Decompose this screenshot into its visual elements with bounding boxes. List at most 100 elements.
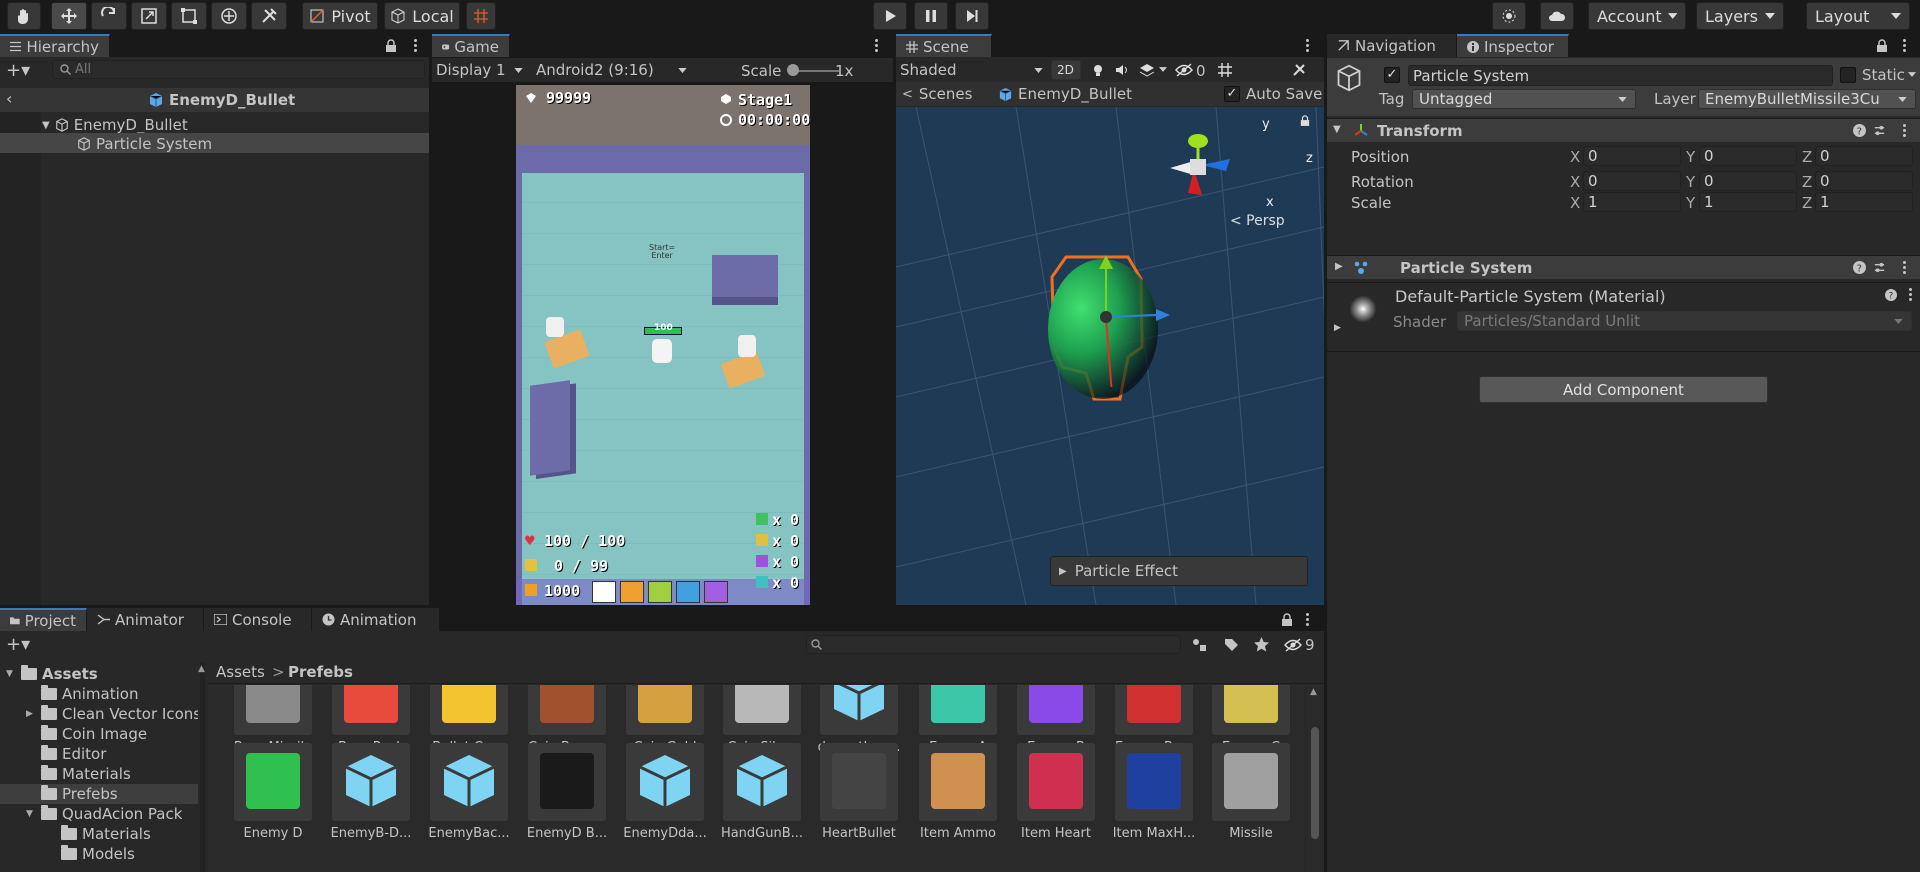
project-search-input[interactable] bbox=[806, 635, 1181, 654]
rotation-z-field[interactable]: 0 bbox=[1815, 171, 1913, 191]
tab-console[interactable]: Console bbox=[204, 608, 312, 631]
expand-arrow-icon[interactable]: ▼ bbox=[42, 120, 50, 131]
rotation-x-field[interactable]: 0 bbox=[1583, 171, 1681, 191]
tree-item[interactable]: ▼ QuadAcion Pack bbox=[26, 805, 182, 823]
weapon-slot-1[interactable] bbox=[592, 581, 616, 603]
scale-y-field[interactable]: 1 bbox=[1699, 192, 1797, 212]
hierarchy-item-selected[interactable] bbox=[0, 133, 429, 153]
tree-scrollbar[interactable] bbox=[200, 662, 205, 872]
asset-tile[interactable] bbox=[234, 743, 312, 821]
hierarchy-item-root[interactable]: ▼ EnemyD_Bullet bbox=[42, 116, 188, 134]
tab-project[interactable]: Project bbox=[0, 608, 87, 631]
asset-tile[interactable] bbox=[626, 685, 704, 735]
scale-tool-button[interactable] bbox=[131, 2, 167, 30]
weapon-slot-4[interactable] bbox=[676, 581, 700, 603]
tree-item[interactable]: Materials bbox=[26, 765, 131, 783]
position-z-field[interactable]: 0 bbox=[1815, 146, 1913, 166]
weapon-slot-5[interactable] bbox=[704, 581, 728, 603]
more-menu-icon[interactable] bbox=[414, 39, 418, 54]
asset-tile[interactable] bbox=[1017, 743, 1095, 821]
pivot-toggle[interactable]: Pivot bbox=[302, 2, 378, 30]
hierarchy-search-input[interactable]: All bbox=[52, 60, 425, 79]
expand-arrow-icon[interactable]: ▼ bbox=[6, 669, 16, 679]
active-checkbox[interactable]: ✓ bbox=[1384, 67, 1400, 83]
asset-tile[interactable] bbox=[723, 685, 801, 735]
visibility-icon[interactable] bbox=[1175, 63, 1193, 77]
breadcrumb-assets[interactable]: Assets bbox=[216, 663, 265, 681]
chevron-down-icon[interactable] bbox=[1159, 67, 1167, 72]
auto-save-checkbox[interactable]: ✓ bbox=[1224, 86, 1240, 102]
move-tool-button[interactable] bbox=[51, 2, 87, 30]
lock-icon[interactable] bbox=[1876, 39, 1888, 52]
hand-tool-button[interactable] bbox=[7, 2, 41, 30]
asset-tile[interactable] bbox=[234, 685, 312, 735]
particle-effect-overlay[interactable]: ▶ Particle Effect bbox=[1050, 556, 1308, 586]
orientation-gizmo[interactable] bbox=[1158, 117, 1278, 217]
prefab-breadcrumb[interactable]: EnemyD_Bullet bbox=[998, 85, 1132, 103]
tools-icon[interactable] bbox=[1292, 63, 1306, 77]
2d-toggle[interactable]: 2D bbox=[1051, 60, 1081, 80]
preset-icon[interactable] bbox=[1873, 124, 1886, 137]
transform-header[interactable]: ▼ Transform ? bbox=[1327, 118, 1920, 142]
asset-tile[interactable] bbox=[1212, 743, 1290, 821]
breadcrumb-prefebs[interactable]: Prefebs bbox=[288, 663, 353, 681]
play-button[interactable] bbox=[873, 2, 907, 30]
object-name-field[interactable]: Particle System bbox=[1408, 65, 1833, 86]
static-checkbox[interactable] bbox=[1840, 67, 1856, 83]
scroll-up-icon[interactable]: ▲ bbox=[1310, 687, 1317, 697]
tree-item[interactable]: Models bbox=[46, 845, 135, 863]
tree-item[interactable]: Coin Image bbox=[26, 725, 147, 743]
create-button[interactable]: +▾ bbox=[6, 60, 30, 81]
aspect-dropdown[interactable]: Android2 (9:16) bbox=[536, 61, 687, 79]
axis-label-z[interactable]: Z bbox=[1802, 194, 1812, 212]
visibility-icon[interactable] bbox=[1284, 638, 1302, 652]
asset-tile[interactable] bbox=[1212, 685, 1290, 735]
rotation-y-field[interactable]: 0 bbox=[1699, 171, 1797, 191]
persp-label[interactable]: < Persp bbox=[1230, 213, 1285, 229]
rotate-tool-button[interactable] bbox=[91, 2, 127, 30]
weapon-slot-2[interactable] bbox=[620, 581, 644, 603]
account-dropdown[interactable]: Account bbox=[1588, 2, 1686, 30]
asset-tile[interactable] bbox=[820, 685, 898, 735]
scale-slider-thumb[interactable] bbox=[787, 64, 799, 76]
layer-dropdown[interactable]: EnemyBulletMissile3Cu bbox=[1698, 89, 1916, 109]
gameobject-icon[interactable] bbox=[1335, 64, 1363, 92]
cloud-button[interactable] bbox=[1540, 2, 1574, 30]
create-button[interactable]: +▾ bbox=[6, 634, 30, 655]
asset-tile[interactable] bbox=[528, 743, 606, 821]
tree-item[interactable]: ▶ Clean Vector Icons bbox=[26, 705, 198, 723]
asset-tile[interactable] bbox=[1017, 685, 1095, 735]
audio-icon[interactable] bbox=[1115, 63, 1129, 77]
help-icon[interactable]: ? bbox=[1885, 289, 1897, 301]
move-gizmo[interactable] bbox=[1056, 247, 1176, 387]
tree-item[interactable]: Materials bbox=[46, 825, 151, 843]
more-menu-icon[interactable] bbox=[1909, 288, 1913, 303]
collab-button[interactable] bbox=[1492, 2, 1526, 30]
tab-hierarchy[interactable]: Hierarchy bbox=[0, 34, 110, 57]
step-button[interactable] bbox=[955, 2, 989, 30]
grid-toggle-icon[interactable] bbox=[1218, 63, 1232, 77]
display-dropdown[interactable]: Display 1 bbox=[436, 61, 523, 79]
transform-tool-button[interactable] bbox=[211, 2, 247, 30]
grid-scrollbar-track[interactable]: ▲ bbox=[1306, 685, 1324, 872]
add-component-button[interactable]: Add Component bbox=[1479, 376, 1768, 403]
axis-label-z[interactable]: Z bbox=[1802, 148, 1812, 166]
effects-icon[interactable] bbox=[1139, 63, 1155, 77]
more-menu-icon[interactable] bbox=[1903, 39, 1907, 54]
tree-item[interactable]: Prefebs bbox=[26, 785, 118, 803]
particle-system-header[interactable]: ▶ Particle System ? bbox=[1327, 255, 1920, 279]
position-x-field[interactable]: 0 bbox=[1583, 146, 1681, 166]
label-icon[interactable] bbox=[1224, 638, 1238, 652]
more-menu-icon[interactable] bbox=[1306, 613, 1310, 628]
scene-viewport[interactable]: y z x < Persp ▶ Particle Effect bbox=[896, 107, 1324, 605]
asset-tile[interactable] bbox=[332, 685, 410, 735]
asset-tile[interactable] bbox=[430, 685, 508, 735]
tab-game[interactable]: Game bbox=[432, 34, 510, 57]
axis-label-x[interactable]: X bbox=[1570, 194, 1580, 212]
layers-dropdown[interactable]: Layers bbox=[1696, 2, 1784, 30]
more-menu-icon[interactable] bbox=[1306, 39, 1310, 54]
axis-label-y[interactable]: Y bbox=[1686, 173, 1695, 191]
grid-snap-button[interactable] bbox=[466, 2, 496, 30]
help-icon[interactable]: ? bbox=[1853, 261, 1866, 274]
asset-tile[interactable] bbox=[430, 743, 508, 821]
